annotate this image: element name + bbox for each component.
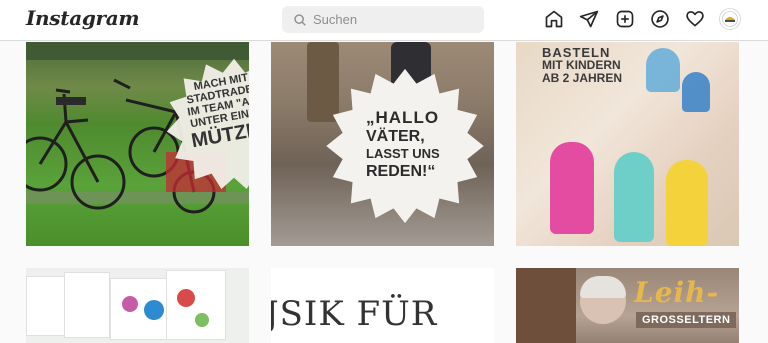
caption-line: REDEN!“ bbox=[366, 163, 436, 180]
background-door bbox=[516, 268, 576, 343]
caption-line: LASST UNS bbox=[366, 146, 440, 161]
caption-line: VÄTER, bbox=[366, 128, 425, 145]
post-thumbnail-bicycles[interactable]: MACH MIT STADTRADEL IM TEAM "ALL UNTER E… bbox=[26, 42, 249, 246]
post-caption-overlay: MACH MIT STADTRADEL IM TEAM "ALL UNTER E… bbox=[181, 70, 249, 153]
post-subtitle: GROSSELTERN bbox=[636, 312, 737, 328]
photo-hair bbox=[580, 276, 626, 298]
craft-decoration bbox=[682, 72, 710, 112]
profile-avatar[interactable] bbox=[719, 8, 741, 30]
post-caption-overlay: BASTELN MIT KINDERN AB 2 JAHREN bbox=[542, 46, 652, 85]
post-thumbnail-puddle[interactable]: „HALLO VÄTER, LASST UNS REDEN!“ bbox=[271, 42, 494, 246]
post-text: JSIK FÜR bbox=[271, 294, 438, 334]
post-thumbnail-drawings[interactable] bbox=[26, 268, 249, 343]
home-icon[interactable] bbox=[543, 8, 565, 30]
search-box[interactable] bbox=[282, 6, 484, 33]
profile-image-icon bbox=[722, 11, 738, 27]
handprint-drawings bbox=[122, 289, 209, 327]
post-title: Leih- bbox=[634, 276, 720, 309]
instagram-logo[interactable]: Instagram bbox=[26, 6, 140, 30]
post-thumbnail-crafts[interactable]: BASTELN MIT KINDERN AB 2 JAHREN bbox=[516, 42, 739, 246]
explore-compass-icon[interactable] bbox=[649, 8, 671, 30]
search-icon bbox=[287, 6, 313, 33]
activity-heart-icon[interactable] bbox=[684, 8, 706, 30]
direct-send-icon[interactable] bbox=[578, 8, 600, 30]
top-navigation-bar: Instagram bbox=[0, 0, 768, 41]
search-input[interactable] bbox=[313, 12, 473, 27]
post-caption-overlay: „HALLO VÄTER, LASST UNS REDEN!“ bbox=[366, 108, 446, 181]
caption-line: „HALLO bbox=[366, 108, 440, 127]
new-post-icon[interactable] bbox=[614, 8, 636, 30]
caption-line: AB 2 JAHREN bbox=[542, 71, 623, 85]
post-thumbnail-leih-grosseltern[interactable]: Leih- GROSSELTERN bbox=[516, 268, 739, 343]
post-thumbnail-text[interactable]: JSIK FÜR bbox=[271, 268, 494, 343]
craft-figure bbox=[550, 142, 594, 234]
craft-figure bbox=[614, 152, 654, 242]
craft-decoration bbox=[646, 48, 680, 92]
craft-figure bbox=[666, 160, 708, 246]
